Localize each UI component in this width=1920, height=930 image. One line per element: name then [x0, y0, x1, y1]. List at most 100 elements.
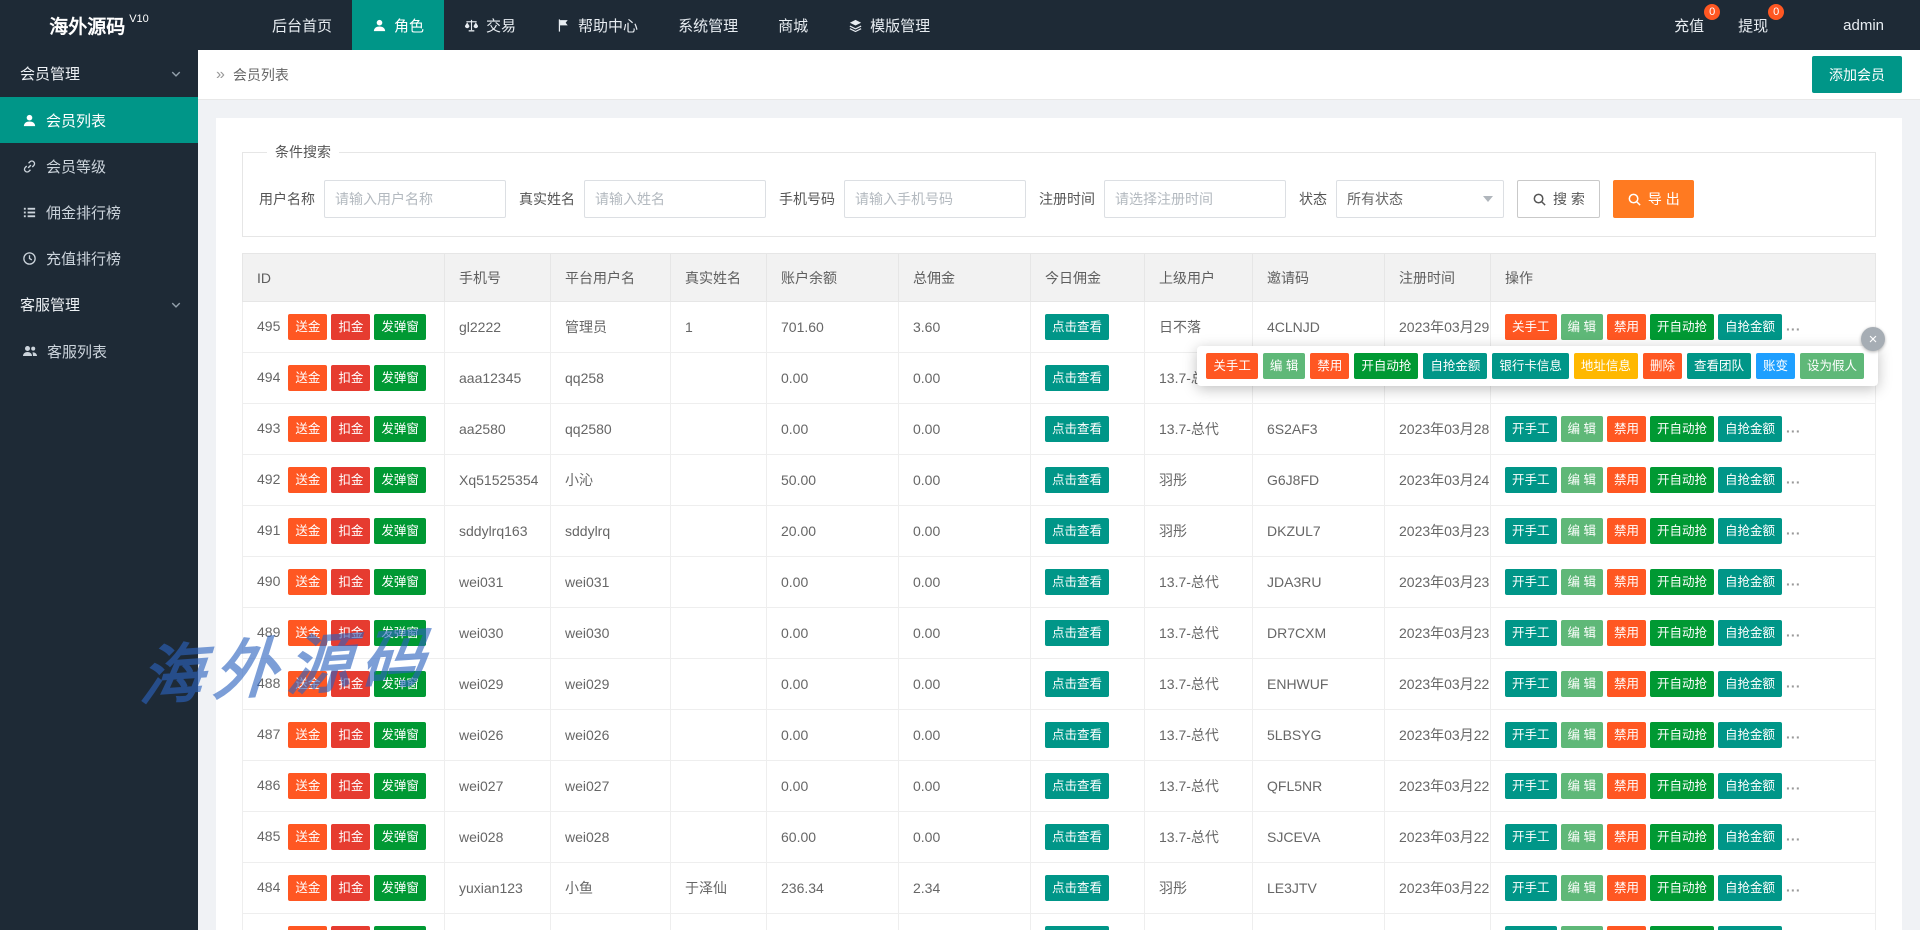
deduct-money-button[interactable]: 扣金 [331, 773, 370, 799]
grab-amount-button[interactable]: 自抢金额 [1718, 773, 1782, 799]
more-actions-button[interactable]: ... [1786, 573, 1801, 589]
grab-amount-button[interactable]: 自抢金额 [1718, 518, 1782, 544]
nav-item-role[interactable]: 角色 [352, 0, 444, 50]
send-popup-button[interactable]: 发弹窗 [374, 671, 426, 697]
auto-grab-button[interactable]: 开自动抢 [1650, 620, 1714, 646]
search-input-phone[interactable] [844, 180, 1026, 218]
sidebar-item-member-level[interactable]: 会员等级 [0, 143, 198, 189]
manual-toggle-button[interactable]: 开手工 [1505, 773, 1557, 799]
popup-bank-info-button[interactable]: 银行卡信息 [1492, 353, 1569, 379]
nav-item-help[interactable]: 帮助中心 [536, 0, 658, 50]
more-actions-button[interactable]: ... [1786, 624, 1801, 640]
send-money-button[interactable]: 送金 [288, 620, 327, 646]
deduct-money-button[interactable]: 扣金 [331, 722, 370, 748]
popup-grab-amount-button[interactable]: 自抢金额 [1423, 353, 1487, 379]
grab-amount-button[interactable]: 自抢金额 [1718, 314, 1782, 340]
auto-grab-button[interactable]: 开自动抢 [1650, 467, 1714, 493]
auto-grab-button[interactable]: 开自动抢 [1650, 416, 1714, 442]
disable-button[interactable]: 禁用 [1607, 824, 1646, 850]
send-money-button[interactable]: 送金 [288, 467, 327, 493]
auto-grab-button[interactable]: 开自动抢 [1650, 314, 1714, 340]
nav-item-home[interactable]: 后台首页 [252, 0, 352, 50]
popup-edit-button[interactable]: 编 辑 [1263, 353, 1305, 379]
edit-button[interactable]: 编 辑 [1561, 926, 1603, 930]
send-money-button[interactable]: 送金 [288, 314, 327, 340]
sidebar-item-service-list[interactable]: 客服列表 [0, 328, 198, 374]
sidebar-item-recharge-ranking[interactable]: 充值排行榜 [0, 235, 198, 281]
popup-account-change-button[interactable]: 账变 [1756, 353, 1795, 379]
send-money-button[interactable]: 送金 [288, 671, 327, 697]
more-actions-button[interactable]: ... [1786, 318, 1801, 334]
popup-address-info-button[interactable]: 地址信息 [1574, 353, 1638, 379]
withdraw-nav-item[interactable]: 提现 0 [1721, 0, 1785, 50]
auto-grab-button[interactable]: 开自动抢 [1650, 569, 1714, 595]
sidebar-item-member-list[interactable]: 会员列表 [0, 97, 198, 143]
send-money-button[interactable]: 送金 [288, 365, 327, 391]
refresh-button[interactable] [1785, 0, 1819, 50]
deduct-money-button[interactable]: 扣金 [331, 671, 370, 697]
more-actions-button[interactable]: ... [1786, 879, 1801, 895]
search-button[interactable]: 搜 索 [1517, 180, 1600, 218]
popup-view-team-button[interactable]: 查看团队 [1687, 353, 1751, 379]
manual-toggle-button[interactable]: 开手工 [1505, 416, 1557, 442]
manual-toggle-button[interactable]: 开手工 [1505, 467, 1557, 493]
send-popup-button[interactable]: 发弹窗 [374, 773, 426, 799]
send-popup-button[interactable]: 发弹窗 [374, 467, 426, 493]
disable-button[interactable]: 禁用 [1607, 416, 1646, 442]
send-money-button[interactable]: 送金 [288, 824, 327, 850]
send-money-button[interactable]: 送金 [288, 722, 327, 748]
manual-toggle-button[interactable]: 开手工 [1505, 722, 1557, 748]
send-popup-button[interactable]: 发弹窗 [374, 518, 426, 544]
edit-button[interactable]: 编 辑 [1561, 518, 1603, 544]
view-today-commission-button[interactable]: 点击查看 [1045, 620, 1109, 646]
send-money-button[interactable]: 送金 [288, 416, 327, 442]
grab-amount-button[interactable]: 自抢金额 [1718, 722, 1782, 748]
view-today-commission-button[interactable]: 点击查看 [1045, 416, 1109, 442]
grab-amount-button[interactable]: 自抢金额 [1718, 467, 1782, 493]
more-actions-button[interactable]: ... [1786, 522, 1801, 538]
manual-toggle-button[interactable]: 开手工 [1505, 875, 1557, 901]
send-popup-button[interactable]: 发弹窗 [374, 926, 426, 930]
view-today-commission-button[interactable]: 点击查看 [1045, 671, 1109, 697]
edit-button[interactable]: 编 辑 [1561, 875, 1603, 901]
grab-amount-button[interactable]: 自抢金额 [1718, 569, 1782, 595]
deduct-money-button[interactable]: 扣金 [331, 875, 370, 901]
auto-grab-button[interactable]: 开自动抢 [1650, 824, 1714, 850]
send-popup-button[interactable]: 发弹窗 [374, 620, 426, 646]
manual-toggle-button[interactable]: 开手工 [1505, 518, 1557, 544]
deduct-money-button[interactable]: 扣金 [331, 314, 370, 340]
deduct-money-button[interactable]: 扣金 [331, 518, 370, 544]
search-input-regtime[interactable] [1104, 180, 1286, 218]
edit-button[interactable]: 编 辑 [1561, 620, 1603, 646]
deduct-money-button[interactable]: 扣金 [331, 365, 370, 391]
disable-button[interactable]: 禁用 [1607, 518, 1646, 544]
popup-delete-button[interactable]: 删除 [1643, 353, 1682, 379]
auto-grab-button[interactable]: 开自动抢 [1650, 671, 1714, 697]
sidebar-section-service-management[interactable]: 客服管理 [0, 281, 198, 328]
manual-toggle-button[interactable]: 关手工 [1505, 314, 1557, 340]
grab-amount-button[interactable]: 自抢金额 [1718, 926, 1782, 930]
search-input-username[interactable] [324, 180, 506, 218]
popup-disable-button[interactable]: 禁用 [1310, 353, 1349, 379]
auto-grab-button[interactable]: 开自动抢 [1650, 875, 1714, 901]
manual-toggle-button[interactable]: 开手工 [1505, 569, 1557, 595]
popup-set-fake-button[interactable]: 设为假人 [1800, 353, 1864, 379]
nav-item-template[interactable]: 模版管理 [828, 0, 950, 50]
admin-menu[interactable]: admin [1819, 0, 1908, 50]
send-popup-button[interactable]: 发弹窗 [374, 416, 426, 442]
manual-toggle-button[interactable]: 开手工 [1505, 620, 1557, 646]
popup-close-button[interactable]: × [1861, 327, 1885, 351]
disable-button[interactable]: 禁用 [1607, 314, 1646, 340]
send-popup-button[interactable]: 发弹窗 [374, 824, 426, 850]
view-today-commission-button[interactable]: 点击查看 [1045, 518, 1109, 544]
nav-item-system[interactable]: 系统管理 [658, 0, 758, 50]
send-money-button[interactable]: 送金 [288, 773, 327, 799]
deduct-money-button[interactable]: 扣金 [331, 824, 370, 850]
more-actions-button[interactable]: ... [1786, 471, 1801, 487]
view-today-commission-button[interactable]: 点击查看 [1045, 314, 1109, 340]
edit-button[interactable]: 编 辑 [1561, 773, 1603, 799]
deduct-money-button[interactable]: 扣金 [331, 620, 370, 646]
send-money-button[interactable]: 送金 [288, 875, 327, 901]
deduct-money-button[interactable]: 扣金 [331, 467, 370, 493]
view-today-commission-button[interactable]: 点击查看 [1045, 569, 1109, 595]
